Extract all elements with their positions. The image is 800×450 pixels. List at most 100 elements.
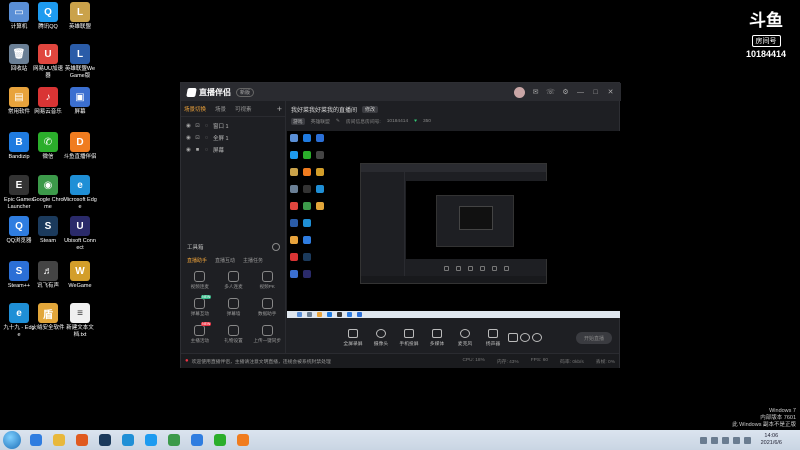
desktop-icon[interactable]: U 网易UU加速器 [31, 44, 65, 79]
clock[interactable]: 14:06 2021/6/6 [761, 433, 782, 447]
source-row[interactable]: ◉ ⊡ ◌ 窗口 1 [181, 120, 285, 132]
desktop-icon[interactable]: W WeGame [63, 261, 97, 290]
desktop-icon[interactable]: ▣ 屏幕 [63, 87, 97, 116]
desktop-icon[interactable]: S Steam [31, 216, 65, 245]
preview-desktop-icon [290, 151, 298, 159]
media-app[interactable] [73, 432, 91, 448]
desktop-icon[interactable]: ◉ Google Chrome [31, 175, 65, 210]
perf-stats: CPU: 18% 内存: 43% FPS: 60 码率: 0kb/s 丢帧: 0… [462, 358, 615, 365]
tool-item[interactable]: 上传一键同步 [250, 325, 284, 344]
icon-label: 微信 [42, 154, 54, 160]
timer-icon[interactable] [519, 332, 531, 344]
preview-desktop-icon [290, 202, 298, 210]
edit-title-button[interactable]: 修改 [362, 106, 379, 113]
tool-item[interactable]: 多人连麦 [217, 271, 251, 290]
desktop-icon[interactable]: ✆ 微信 [31, 132, 65, 161]
tab-scene-switch[interactable]: 场景切换 [184, 105, 206, 113]
close-icon[interactable]: ✕ [606, 88, 615, 97]
icon-label: 腾讯QQ [38, 24, 58, 30]
wechat-app[interactable] [211, 432, 229, 448]
edit-icon[interactable]: ✎ [336, 119, 340, 124]
tool-item[interactable]: 礼物设置 [217, 325, 251, 344]
add-scene-icon[interactable]: + [277, 104, 282, 114]
desktop-icon[interactable]: ♪ 网易云音乐 [31, 87, 65, 116]
tool-label: 上传一键同步 [253, 338, 281, 343]
desktop-icon[interactable]: ♬ 讯飞有声 [31, 261, 65, 290]
subcategory[interactable]: 英雄联盟 [311, 118, 330, 125]
tool-item[interactable]: 弹幕墙 [217, 298, 251, 317]
volume-icon[interactable] [743, 436, 751, 444]
phone-cast-button[interactable]: 手机投屏 [395, 329, 423, 347]
source-row[interactable]: ◉ ⊡ ◌ 全屏 1 [181, 132, 285, 144]
tab-scene[interactable]: 场景 [215, 105, 226, 113]
preview-taskbar [287, 311, 620, 318]
app-icon [168, 434, 180, 446]
tool-item[interactable]: NEW 主播活动 [183, 322, 217, 344]
qqbrowser-app[interactable] [188, 432, 206, 448]
microphone-button[interactable]: 麦克风 [451, 329, 479, 347]
tool-item[interactable]: 视频连麦 [183, 271, 217, 290]
tool-item[interactable]: 数据助手 [250, 298, 284, 317]
scene-tabs: 场景切换 场景 可视素 + [181, 101, 285, 117]
desktop-icon[interactable]: e Microsoft Edge [63, 175, 97, 210]
toolbox-more-icon[interactable] [272, 243, 280, 251]
status-bar: ● 欢迎使用直播伴侣，主播请注意文明直播，违规会被系统封禁处理 CPU: 18%… [181, 353, 619, 368]
desktop-icon[interactable]: L 英雄联盟WeGame版 [63, 44, 97, 79]
chrome-app[interactable] [165, 432, 183, 448]
douyu-mark: 斗鱼 [749, 11, 783, 31]
desktop-icon[interactable]: 盾火绒安全软件 [31, 303, 65, 332]
lock-icon[interactable]: ■ [195, 147, 200, 153]
app-icon: L [70, 44, 90, 64]
lock-icon[interactable]: ⊡ [195, 135, 200, 141]
message-icon[interactable]: ✉ [531, 88, 540, 97]
preview-desktop-icon [303, 134, 311, 142]
start-button[interactable] [3, 431, 21, 449]
desktop-icon[interactable]: U Ubisoft Connect [63, 216, 97, 251]
tab-live-assistant[interactable]: 直播助手 [187, 257, 207, 264]
lock-icon[interactable]: ⊡ [195, 123, 200, 129]
desktop-icon[interactable]: Q 腾讯QQ [31, 2, 65, 31]
app-icon: ♪ [38, 87, 58, 107]
desktop-icon[interactable]: L 英雄联盟 [63, 2, 97, 31]
tab-visual[interactable]: 可视素 [235, 105, 252, 113]
preview-desktop-icon [303, 151, 311, 159]
maximize-icon[interactable]: □ [591, 88, 600, 97]
tray-icon[interactable] [710, 436, 718, 444]
douyu-app[interactable] [234, 432, 252, 448]
desktop-icon[interactable]: ≡ 新建文本文档.txt [63, 303, 97, 338]
eye-icon[interactable]: ◉ [186, 135, 191, 141]
category-badge[interactable]: 游戏 [291, 118, 305, 125]
tab-live-interaction[interactable]: 直播互动 [215, 257, 235, 264]
tool-item[interactable]: 视频PK [250, 271, 284, 290]
media-button[interactable]: 多媒体 [423, 329, 451, 347]
desktop-icon[interactable]: D 斗鱼直播伴侣 [63, 132, 97, 161]
tab-host-task[interactable]: 主播任务 [243, 257, 263, 264]
avatar[interactable] [514, 86, 525, 98]
qq-app[interactable] [142, 432, 160, 448]
network-icon[interactable] [732, 436, 740, 444]
version-badge[interactable]: 新版 [236, 87, 255, 97]
stream-preview[interactable] [287, 131, 620, 318]
eye-icon[interactable]: ◉ [186, 123, 191, 129]
preview-desktop-icon [290, 134, 298, 142]
camera-button[interactable]: 摄像头 [367, 329, 395, 347]
gear-icon[interactable] [531, 332, 543, 344]
app-icon: e [9, 303, 29, 323]
screen-capture-button[interactable]: 全屏录屏 [339, 329, 367, 347]
eye-icon[interactable]: ◉ [186, 147, 191, 153]
settings-icon[interactable]: ⚙ [561, 88, 570, 97]
source-row[interactable]: ◉ ■ ◌ 屏幕 [181, 144, 285, 156]
tray-icon[interactable] [699, 436, 707, 444]
minimize-icon[interactable]: — [576, 88, 585, 97]
tool-item[interactable]: NEW 弹幕互动 [183, 295, 217, 317]
app-icon: B [9, 132, 29, 152]
explorer-app[interactable] [50, 432, 68, 448]
ie-app[interactable] [27, 432, 45, 448]
edge-app[interactable] [119, 432, 137, 448]
speaker-button[interactable]: 扬声器 [479, 329, 507, 347]
chat-icon[interactable]: ☏ [546, 88, 555, 97]
start-live-button[interactable]: 开始直播 [576, 332, 612, 344]
record-icon[interactable] [507, 332, 519, 344]
steam-app[interactable] [96, 432, 114, 448]
tray-icon[interactable] [721, 436, 729, 444]
